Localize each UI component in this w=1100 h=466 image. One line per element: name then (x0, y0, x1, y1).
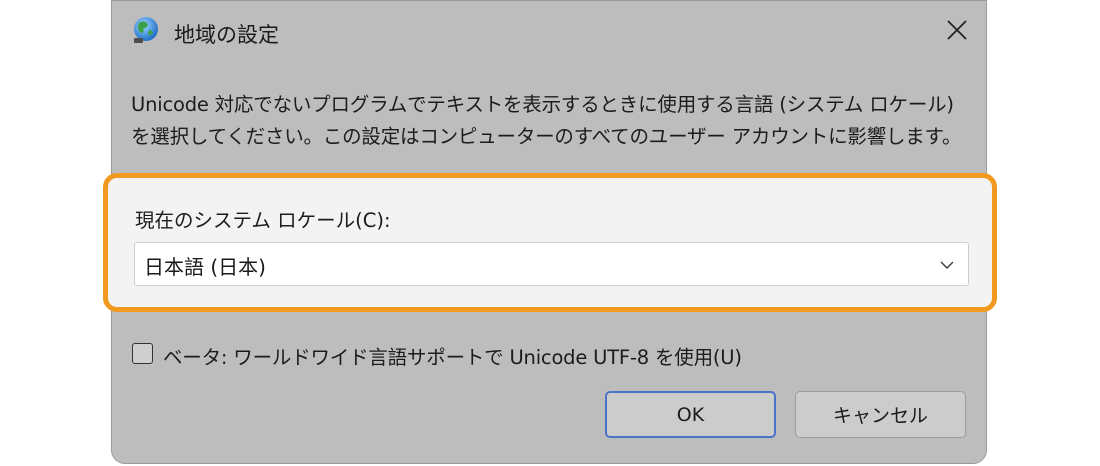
region-settings-dialog: 地域の設定 Unicode 対応でないプログラムでテキストを表示するときに使用す… (103, 0, 997, 464)
utf8-beta-label[interactable]: ベータ: ワールドワイド言語サポートで Unicode UTF-8 を使用(U) (163, 341, 742, 370)
description-text: Unicode 対応でないプログラムでテキストを表示するときに使用する言語 (シ… (131, 93, 962, 148)
cancel-button[interactable]: キャンセル (795, 391, 966, 438)
utf8-beta-checkbox[interactable] (132, 343, 153, 364)
locale-selected-value: 日本語 (日本) (144, 255, 266, 279)
close-button[interactable] (942, 17, 972, 47)
chevron-down-icon (938, 256, 956, 274)
close-icon (946, 19, 968, 45)
globe-icon (130, 15, 160, 45)
locale-dropdown[interactable]: 日本語 (日本) (134, 242, 969, 286)
locale-label: 現在のシステム ロケール(C): (135, 209, 391, 232)
ok-button[interactable]: OK (605, 391, 776, 438)
title-bar: 地域の設定 (112, 1, 986, 65)
dialog-title: 地域の設定 (174, 23, 279, 47)
locale-panel: 現在のシステム ロケール(C): 日本語 (日本) (103, 173, 997, 312)
